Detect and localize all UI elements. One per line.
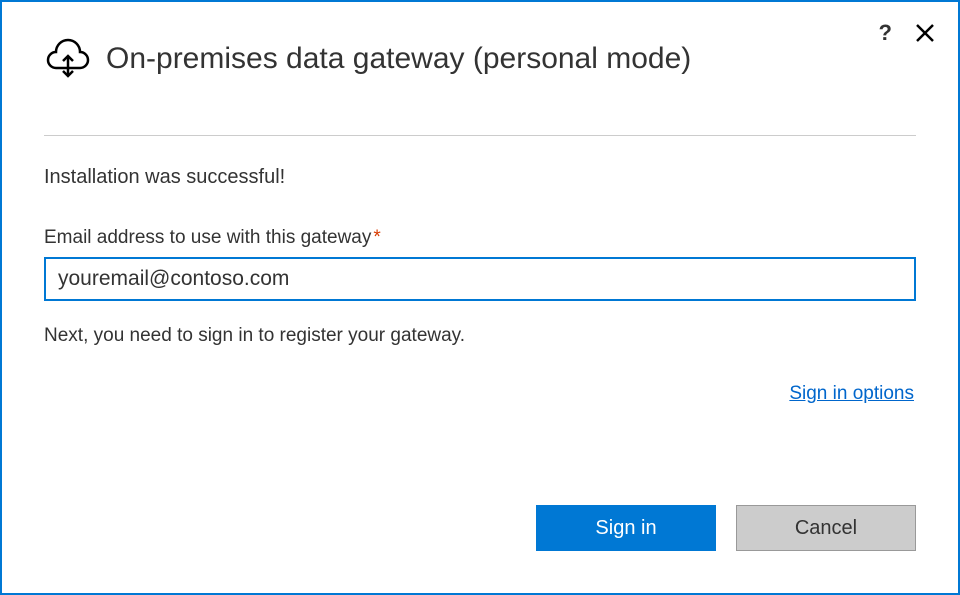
titlebar-controls: ? (879, 20, 934, 46)
options-row: Sign in options (44, 383, 916, 405)
gateway-setup-window: ? On-premises data gateway (personal mod… (0, 0, 960, 595)
signin-button[interactable]: Sign in (536, 505, 716, 551)
close-icon[interactable] (916, 24, 934, 42)
cancel-button[interactable]: Cancel (736, 505, 916, 551)
email-label-text: Email address to use with this gateway (44, 227, 371, 248)
signin-options-link[interactable]: Sign in options (789, 383, 914, 404)
gateway-cloud-icon (44, 32, 92, 85)
dialog-footer: Sign in Cancel (2, 505, 958, 593)
help-icon[interactable]: ? (879, 20, 892, 46)
dialog-header: On-premises data gateway (personal mode) (2, 2, 958, 85)
success-message: Installation was successful! (44, 166, 916, 189)
signin-instruction: Next, you need to sign in to register yo… (44, 325, 916, 347)
dialog-content: Installation was successful! Email addre… (2, 136, 958, 505)
required-indicator: * (373, 227, 380, 248)
dialog-title: On-premises data gateway (personal mode) (106, 42, 691, 76)
email-label: Email address to use with this gateway* (44, 227, 916, 249)
email-field[interactable] (44, 257, 916, 301)
